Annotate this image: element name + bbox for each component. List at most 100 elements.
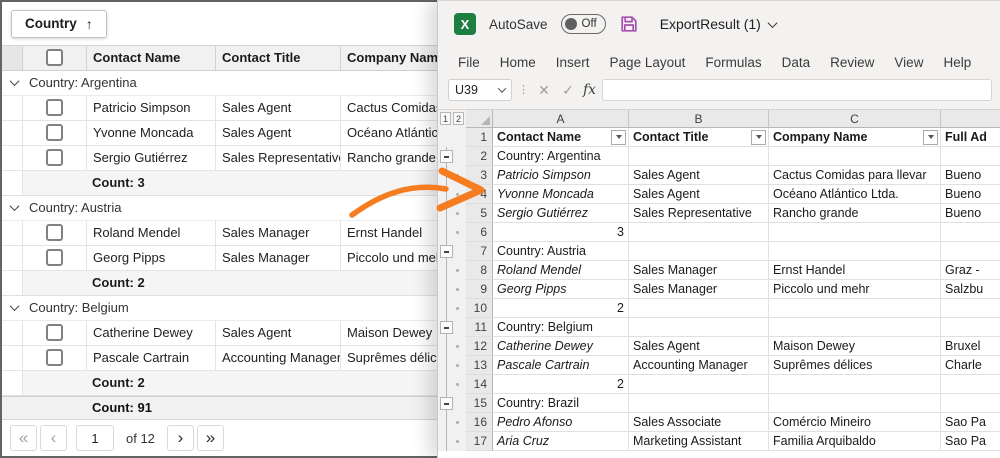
sheet-cell[interactable]: Catherine Dewey — [493, 337, 629, 356]
collapse-group-button[interactable] — [440, 150, 453, 163]
ribbon-tab-view[interactable]: View — [884, 47, 933, 77]
sheet-cell[interactable] — [629, 318, 769, 337]
row-number[interactable]: 16 — [466, 413, 493, 432]
sheet-cell[interactable]: Salzbu — [941, 280, 1000, 299]
sheet-cell[interactable]: Bueno — [941, 185, 1000, 204]
collapse-group-button[interactable] — [440, 245, 453, 258]
sheet-cell[interactable]: Piccolo und mehr — [769, 280, 941, 299]
sheet-cell[interactable] — [629, 223, 769, 242]
sheet-cell[interactable] — [769, 147, 941, 166]
sheet-cell[interactable]: Pedro Afonso — [493, 413, 629, 432]
table-row[interactable]: Patricio SimpsonSales AgentCactus Comida… — [2, 96, 452, 121]
sheet-cell[interactable]: Country: Argentina — [493, 147, 629, 166]
row-checkbox[interactable] — [46, 324, 63, 341]
sheet-cell[interactable]: Company Name — [769, 128, 941, 147]
ribbon-tab-file[interactable]: File — [448, 47, 490, 77]
ribbon-tab-insert[interactable]: Insert — [546, 47, 600, 77]
outline-level-button-2[interactable]: 2 — [453, 112, 464, 125]
sheet-cell[interactable]: Georg Pipps — [493, 280, 629, 299]
sheet-cell[interactable]: 3 — [493, 223, 629, 242]
column-letter-B[interactable]: B — [629, 110, 769, 128]
document-title[interactable]: ExportResult (1) — [660, 16, 776, 32]
row-checkbox[interactable] — [46, 99, 63, 116]
sheet-cell[interactable]: Sales Agent — [629, 166, 769, 185]
sheet-cell[interactable]: 2 — [493, 299, 629, 318]
column-header-contact-name[interactable]: Contact Name — [87, 46, 216, 69]
sheet-cell[interactable]: Graz - — [941, 261, 1000, 280]
table-row[interactable]: Catherine DeweySales AgentMaison Dewey — [2, 321, 452, 346]
sheet-cell[interactable]: Contact Title — [629, 128, 769, 147]
sheet-cell[interactable] — [941, 147, 1000, 166]
cancel-icon[interactable]: ✕ — [535, 82, 553, 99]
row-number[interactable]: 3 — [466, 166, 493, 185]
last-page-button[interactable]: » — [197, 425, 224, 451]
ribbon-tab-home[interactable]: Home — [490, 47, 546, 77]
prev-page-button[interactable]: ‹ — [40, 425, 67, 451]
row-checkbox[interactable] — [46, 149, 63, 166]
sheet-cell[interactable]: Cactus Comidas para llevar — [769, 166, 941, 185]
row-checkbox[interactable] — [46, 249, 63, 266]
formula-input[interactable] — [602, 79, 992, 101]
sheet-cell[interactable]: Sergio Gutiérrez — [493, 204, 629, 223]
table-row[interactable]: Sergio GutiérrezSales RepresentativeRanc… — [2, 146, 452, 171]
collapse-group-button[interactable] — [440, 397, 453, 410]
sheet-cell[interactable] — [629, 299, 769, 318]
ribbon-tab-data[interactable]: Data — [772, 47, 821, 77]
sheet-cell[interactable] — [769, 318, 941, 337]
sheet-cell[interactable] — [769, 375, 941, 394]
sheet-cell[interactable]: Patricio Simpson — [493, 166, 629, 185]
group-chip-country[interactable]: Country ↑ — [11, 10, 107, 38]
sheet-cell[interactable]: Pascale Cartrain — [493, 356, 629, 375]
sheet-cell[interactable]: Sales Agent — [629, 337, 769, 356]
row-number[interactable]: 8 — [466, 261, 493, 280]
sheet-cell[interactable] — [629, 147, 769, 166]
sheet-cell[interactable]: Rancho grande — [769, 204, 941, 223]
filter-dropdown-icon[interactable] — [751, 130, 766, 145]
row-number[interactable]: 13 — [466, 356, 493, 375]
enter-icon[interactable]: ✓ — [559, 82, 577, 99]
row-number[interactable]: 7 — [466, 242, 493, 261]
sheet-cell[interactable]: Familia Arquibaldo — [769, 432, 941, 451]
ribbon-tab-review[interactable]: Review — [820, 47, 884, 77]
sheet-cell[interactable]: Sao Pa — [941, 413, 1000, 432]
sheet-cell[interactable]: Country: Brazil — [493, 394, 629, 413]
sheet-cell[interactable]: 2 — [493, 375, 629, 394]
sheet-cell[interactable] — [769, 242, 941, 261]
sheet-cell[interactable]: Full Ad — [941, 128, 1000, 147]
sheet-cell[interactable]: Marketing Assistant — [629, 432, 769, 451]
row-checkbox[interactable] — [46, 224, 63, 241]
table-row[interactable]: Georg PippsSales ManagerPiccolo und mehr — [2, 246, 452, 271]
first-page-button[interactable]: « — [10, 425, 37, 451]
page-number-input[interactable] — [76, 425, 114, 451]
group-expander-icon[interactable] — [10, 301, 20, 311]
sheet-cell[interactable]: Océano Atlántico Ltda. — [769, 185, 941, 204]
sheet-cell[interactable]: Sales Manager — [629, 261, 769, 280]
sheet-cell[interactable]: Bueno — [941, 166, 1000, 185]
table-row[interactable]: Yvonne MoncadaSales AgentOcéano Atlántic… — [2, 121, 452, 146]
sheet-cell[interactable]: Sales Associate — [629, 413, 769, 432]
row-number[interactable]: 15 — [466, 394, 493, 413]
sheet-cell[interactable] — [941, 223, 1000, 242]
sheet-cell[interactable] — [769, 299, 941, 318]
row-number[interactable]: 11 — [466, 318, 493, 337]
autosave-toggle[interactable]: Off — [561, 14, 606, 34]
row-number[interactable]: 4 — [466, 185, 493, 204]
row-number[interactable]: 17 — [466, 432, 493, 451]
column-letter-A[interactable]: A — [493, 110, 629, 128]
sheet-cell[interactable]: Ernst Handel — [769, 261, 941, 280]
row-number[interactable]: 14 — [466, 375, 493, 394]
header-checkbox-cell[interactable] — [23, 46, 87, 69]
group-expander-icon[interactable] — [10, 201, 20, 211]
sheet-cell[interactable]: Roland Mendel — [493, 261, 629, 280]
ribbon-tab-page-layout[interactable]: Page Layout — [600, 47, 696, 77]
sheet-cell[interactable] — [941, 375, 1000, 394]
table-row[interactable]: Pascale CartrainAccounting ManagerSuprêm… — [2, 346, 452, 371]
column-letter-d[interactable] — [941, 110, 1000, 128]
sheet-cell[interactable]: Comércio Mineiro — [769, 413, 941, 432]
sheet-cell[interactable]: Aria Cruz — [493, 432, 629, 451]
sheet-cell[interactable]: Bruxel — [941, 337, 1000, 356]
sheet-cell[interactable] — [941, 394, 1000, 413]
insert-function-icon[interactable]: fx — [583, 82, 596, 98]
ribbon-tab-help[interactable]: Help — [933, 47, 981, 77]
group-caption-row[interactable]: Country: Argentina — [2, 71, 452, 96]
